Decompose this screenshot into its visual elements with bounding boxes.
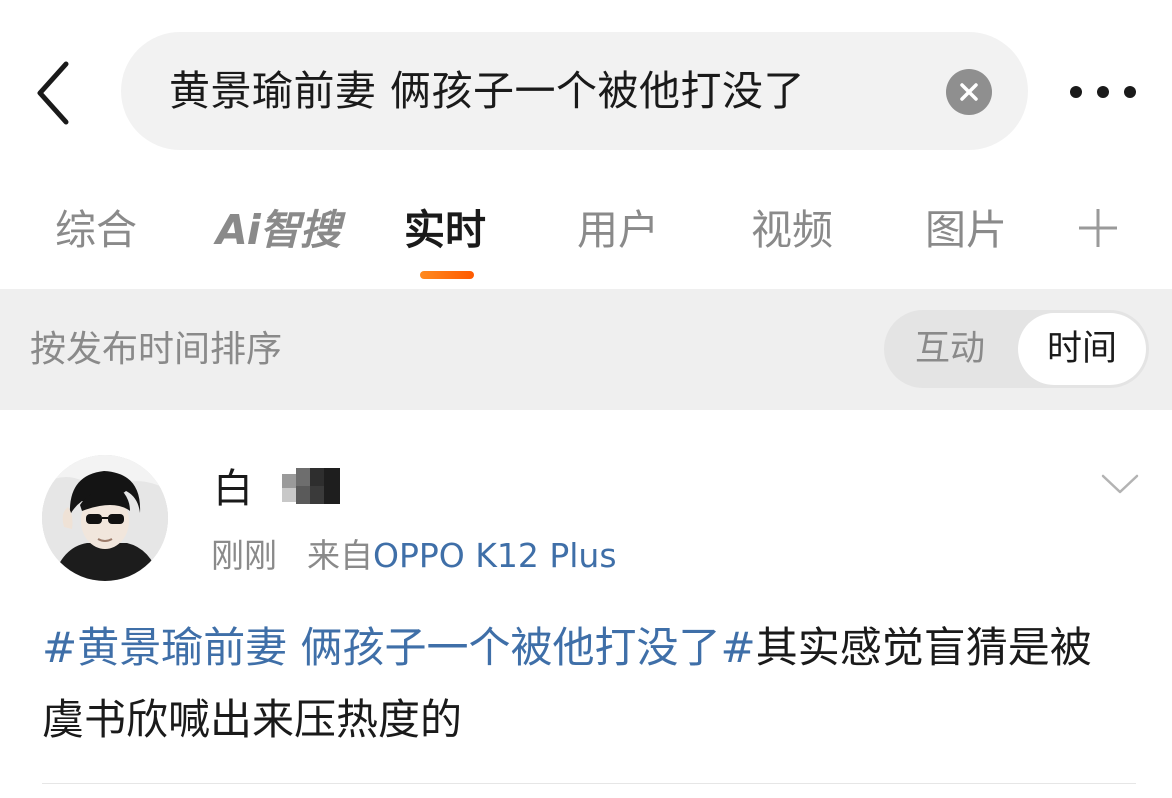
add-tab-button[interactable] <box>1076 206 1120 250</box>
sort-label: 按发布时间排序 <box>30 329 283 370</box>
more-horizontal-icon <box>1070 86 1136 98</box>
clear-icon <box>960 83 978 101</box>
post-device[interactable]: OPPO K12 Plus <box>373 536 617 575</box>
post-hashtag[interactable]: #黄景瑜前妻 俩孩子一个被他打没了# <box>42 623 756 672</box>
active-tab-indicator <box>420 271 474 279</box>
sort-option-time[interactable]: 时间 <box>1018 313 1146 385</box>
back-button[interactable] <box>30 58 80 128</box>
username[interactable]: 白 <box>213 463 253 515</box>
censored-name-mosaic <box>282 468 340 504</box>
plus-icon <box>1079 209 1117 247</box>
post-options-button[interactable] <box>1100 472 1140 496</box>
tab-comprehensive[interactable]: 综合 <box>55 200 137 260</box>
search-results-page: 黄景瑜前妻 俩孩子一个被他打没了 综合 Ai智搜 实时 用户 视频 图片 按发布… <box>0 0 1172 798</box>
avatar[interactable] <box>42 455 168 581</box>
post-source-prefix: 来自 <box>307 536 373 575</box>
post-content[interactable]: #黄景瑜前妻 俩孩子一个被他打没了#其实感觉盲猜是被虞书欣喊出来压热度的 <box>42 612 1132 756</box>
chevron-down-icon <box>1101 474 1139 494</box>
tab-videos[interactable]: 视频 <box>751 200 833 260</box>
search-query[interactable]: 黄景瑜前妻 俩孩子一个被他打没了 <box>169 32 805 150</box>
post-meta: 刚刚 来自OPPO K12 Plus <box>211 532 617 580</box>
tab-users[interactable]: 用户 <box>577 200 659 260</box>
more-button[interactable] <box>1066 74 1140 110</box>
chevron-left-icon <box>37 61 69 125</box>
sort-toggle[interactable]: 互动 时间 <box>884 310 1149 388</box>
post-time: 刚刚 <box>211 536 277 575</box>
divider <box>42 783 1136 784</box>
sort-bar: 按发布时间排序 互动 时间 <box>0 289 1172 410</box>
clear-search-button[interactable] <box>946 69 992 115</box>
tab-realtime[interactable]: 实时 <box>404 200 486 260</box>
avatar-image <box>42 455 168 581</box>
tab-ai-search[interactable]: Ai智搜 <box>216 200 341 260</box>
tab-images[interactable]: 图片 <box>925 200 1007 260</box>
sort-option-interaction[interactable]: 互动 <box>884 310 1016 388</box>
search-input[interactable]: 黄景瑜前妻 俩孩子一个被他打没了 <box>121 32 1028 150</box>
